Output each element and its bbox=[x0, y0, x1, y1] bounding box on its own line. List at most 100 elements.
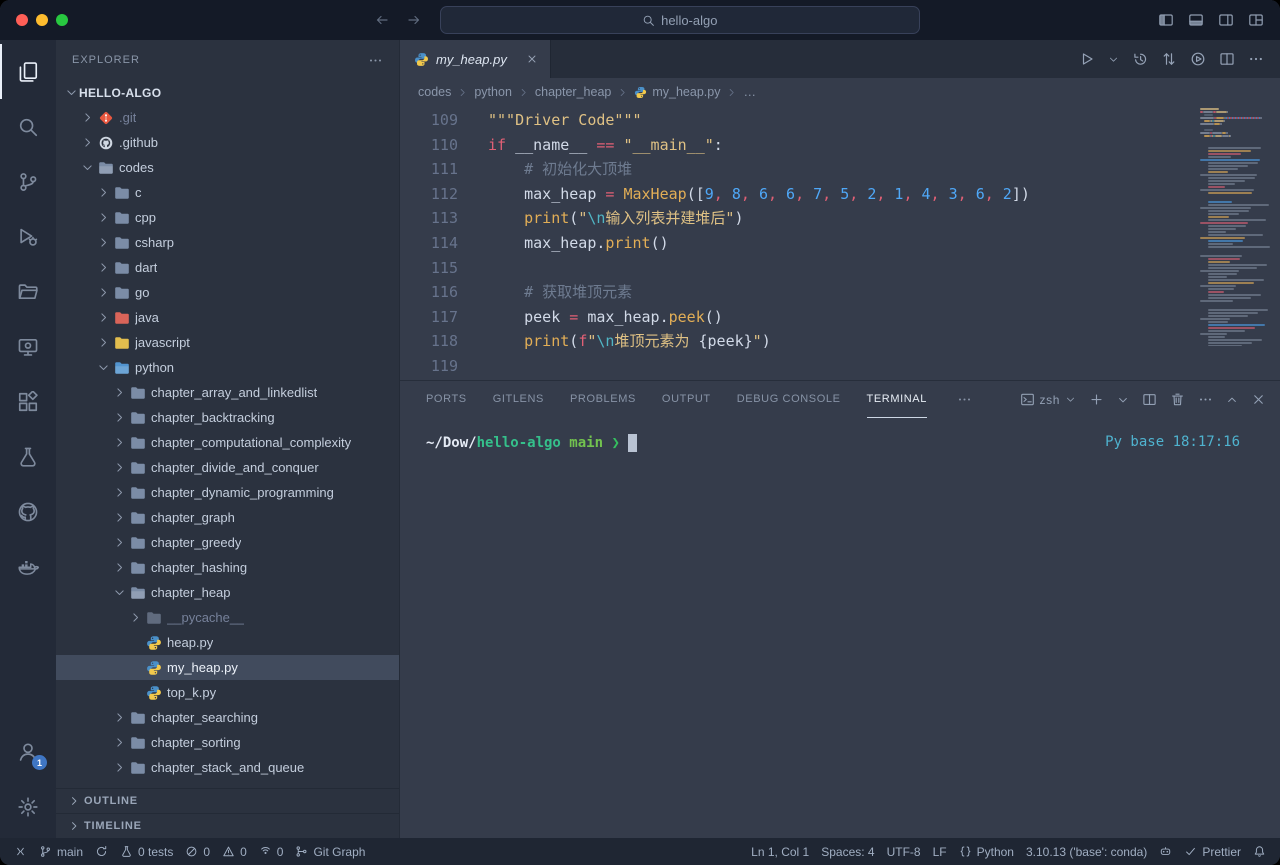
close-tab-icon[interactable] bbox=[526, 53, 538, 65]
activity-settings[interactable] bbox=[0, 779, 56, 834]
tree-item-chapter-heap[interactable]: chapter_heap bbox=[56, 580, 399, 605]
tree-item-chapter-graph[interactable]: chapter_graph bbox=[56, 505, 399, 530]
tree-item-javascript[interactable]: javascript bbox=[56, 330, 399, 355]
panel-tab-debug-console[interactable]: DEBUG CONSOLE bbox=[737, 381, 841, 418]
status-language-mode[interactable]: Python bbox=[953, 838, 1020, 865]
tree-item-git[interactable]: .git bbox=[56, 105, 399, 130]
status-notifications[interactable] bbox=[1247, 838, 1272, 865]
activity-search[interactable] bbox=[0, 99, 56, 154]
tree-item-heap-py[interactable]: heap.py bbox=[56, 630, 399, 655]
terminal-launch-dropdown-icon[interactable] bbox=[1117, 394, 1129, 406]
breadcrumb-item-my-heap-py[interactable]: my_heap.py bbox=[634, 85, 720, 99]
run-options-dropdown-icon[interactable] bbox=[1108, 54, 1119, 65]
status-git-branch[interactable]: main bbox=[33, 838, 89, 865]
tree-item-github[interactable]: .github bbox=[56, 130, 399, 155]
status-forwarded-ports[interactable]: 0 bbox=[253, 838, 290, 865]
status-prettier[interactable]: Prettier bbox=[1178, 838, 1247, 865]
toggle-panel-button[interactable] bbox=[1188, 12, 1204, 28]
gitlens-file-history-icon[interactable] bbox=[1132, 51, 1148, 67]
breadcrumb-item-python[interactable]: python bbox=[474, 85, 512, 99]
tree-item-chapter-sorting[interactable]: chapter_sorting bbox=[56, 730, 399, 755]
tree-item-go[interactable]: go bbox=[56, 280, 399, 305]
status-encoding[interactable]: UTF-8 bbox=[881, 838, 927, 865]
activity-github[interactable] bbox=[0, 484, 56, 539]
new-terminal-icon[interactable] bbox=[1089, 392, 1104, 407]
maximize-panel-icon[interactable] bbox=[1226, 394, 1238, 406]
status-python-interpreter[interactable]: 3.10.13 ('base': conda) bbox=[1020, 838, 1153, 865]
section-timeline[interactable]: TIMELINE bbox=[56, 813, 399, 838]
activity-remote-explorer[interactable] bbox=[0, 319, 56, 374]
tree-item-chapter-greedy[interactable]: chapter_greedy bbox=[56, 530, 399, 555]
back-button[interactable] bbox=[374, 12, 390, 28]
open-changes-icon[interactable] bbox=[1161, 51, 1177, 67]
tree-item-java[interactable]: java bbox=[56, 305, 399, 330]
status-eol[interactable]: LF bbox=[927, 838, 953, 865]
toggle-primary-sidebar-button[interactable] bbox=[1158, 12, 1174, 28]
tree-item-hello-algo[interactable]: HELLO-ALGO bbox=[56, 80, 399, 105]
tree-item-dart[interactable]: dart bbox=[56, 255, 399, 280]
breadcrumb-item-chapter-heap[interactable]: chapter_heap bbox=[535, 85, 611, 99]
tree-item-chapter-searching[interactable]: chapter_searching bbox=[56, 705, 399, 730]
panel-more-actions-icon[interactable] bbox=[1198, 392, 1213, 407]
status-indentation[interactable]: Spaces: 4 bbox=[815, 838, 880, 865]
tree-item-chapter-backtracking[interactable]: chapter_backtracking bbox=[56, 405, 399, 430]
status-git-graph[interactable]: Git Graph bbox=[289, 838, 371, 865]
activity-accounts[interactable]: 1 bbox=[0, 724, 56, 779]
tree-item-cpp[interactable]: cpp bbox=[56, 205, 399, 230]
section-outline[interactable]: OUTLINE bbox=[56, 788, 399, 813]
minimap[interactable] bbox=[1200, 108, 1274, 346]
tree-item-python[interactable]: python bbox=[56, 355, 399, 380]
zoom-window-button[interactable] bbox=[56, 14, 68, 26]
activity-explorer[interactable] bbox=[0, 44, 56, 99]
explorer-more-actions-icon[interactable] bbox=[368, 53, 383, 68]
code-editor[interactable]: 109"""Driver Code"""110if __name__ == "_… bbox=[400, 106, 1280, 380]
tree-item-csharp[interactable]: csharp bbox=[56, 230, 399, 255]
panel-tab-terminal[interactable]: TERMINAL bbox=[867, 381, 927, 418]
split-terminal-icon[interactable] bbox=[1142, 392, 1157, 407]
activity-extensions[interactable] bbox=[0, 374, 56, 429]
panel-tab-ports[interactable]: PORTS bbox=[426, 381, 467, 418]
tree-item-chapter-stack-and-queue[interactable]: chapter_stack_and_queue bbox=[56, 755, 399, 780]
tree-item-c[interactable]: c bbox=[56, 180, 399, 205]
command-center-search[interactable]: hello-algo bbox=[440, 6, 920, 34]
activity-docker[interactable] bbox=[0, 539, 56, 594]
status-remote-indicator[interactable] bbox=[8, 838, 33, 865]
panel-tab-gitlens[interactable]: GITLENS bbox=[493, 381, 544, 418]
activity-run-and-debug[interactable] bbox=[0, 209, 56, 264]
customize-layout-button[interactable] bbox=[1248, 12, 1264, 28]
activity-project-library[interactable] bbox=[0, 264, 56, 319]
close-panel-icon[interactable] bbox=[1251, 392, 1266, 407]
tab-my-heap-py[interactable]: my_heap.py bbox=[400, 40, 551, 78]
tree-item-chapter-array-and-linkedlist[interactable]: chapter_array_and_linkedlist bbox=[56, 380, 399, 405]
status-copilot[interactable] bbox=[1153, 838, 1178, 865]
shell-selector[interactable]: zsh bbox=[1020, 392, 1076, 407]
terminal[interactable]: ~/Dow/hello-algo main ❯ Py base 18:17:16 bbox=[400, 418, 1280, 838]
close-window-button[interactable] bbox=[16, 14, 28, 26]
tree-item-chapter-computational-complexity[interactable]: chapter_computational_complexity bbox=[56, 430, 399, 455]
breadcrumb-item-[interactable]: … bbox=[743, 85, 756, 99]
status-cursor-position[interactable]: Ln 1, Col 1 bbox=[745, 838, 815, 865]
status-tests[interactable]: 0 tests bbox=[114, 838, 179, 865]
more-editor-actions-icon[interactable] bbox=[1248, 51, 1264, 67]
tree-item-pycache[interactable]: __pycache__ bbox=[56, 605, 399, 630]
tree-item-chapter-divide-and-conquer[interactable]: chapter_divide_and_conquer bbox=[56, 455, 399, 480]
tree-item-chapter-hashing[interactable]: chapter_hashing bbox=[56, 555, 399, 580]
tree-item-top-k-py[interactable]: top_k.py bbox=[56, 680, 399, 705]
kill-terminal-icon[interactable] bbox=[1170, 392, 1185, 407]
activity-testing[interactable] bbox=[0, 429, 56, 484]
tree-item-my-heap-py[interactable]: my_heap.py bbox=[56, 655, 399, 680]
toggle-secondary-sidebar-button[interactable] bbox=[1218, 12, 1234, 28]
breadcrumb-item-codes[interactable]: codes bbox=[418, 85, 451, 99]
activity-source-control[interactable] bbox=[0, 154, 56, 209]
panel-tab-problems[interactable]: PROBLEMS bbox=[570, 381, 636, 418]
status-warnings[interactable]: 0 bbox=[216, 838, 253, 865]
run-in-terminal-icon[interactable] bbox=[1190, 51, 1206, 67]
panel-tab-output[interactable]: OUTPUT bbox=[662, 381, 711, 418]
minimize-window-button[interactable] bbox=[36, 14, 48, 26]
status-errors[interactable]: 0 bbox=[179, 838, 216, 865]
split-editor-icon[interactable] bbox=[1219, 51, 1235, 67]
forward-button[interactable] bbox=[406, 12, 422, 28]
tree-item-codes[interactable]: codes bbox=[56, 155, 399, 180]
run-python-file-icon[interactable] bbox=[1079, 51, 1095, 67]
tree-item-chapter-dynamic-programming[interactable]: chapter_dynamic_programming bbox=[56, 480, 399, 505]
